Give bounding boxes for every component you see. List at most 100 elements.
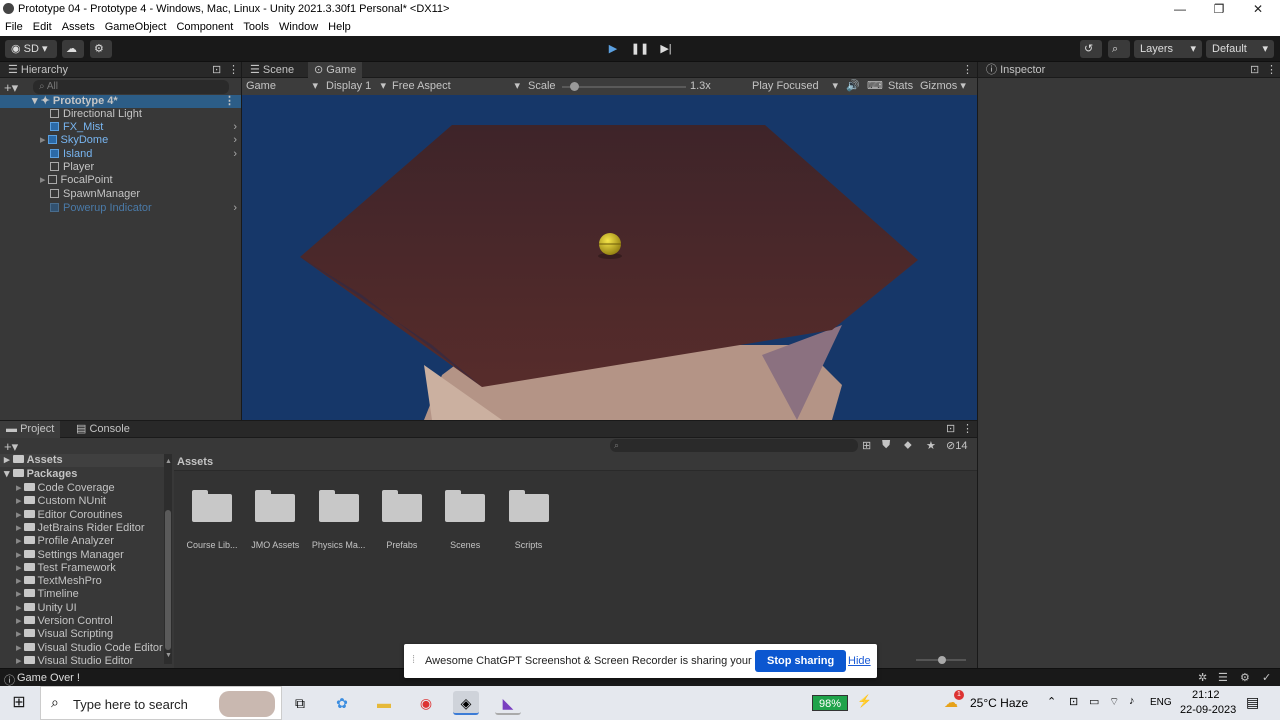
drag-handle-icon[interactable]: ⁞ [412, 654, 415, 666]
status-message[interactable]: Game Over ! [17, 672, 80, 684]
hierarchy-item[interactable]: SpawnManager [0, 188, 241, 201]
more-icon[interactable]: ⋮ [1266, 63, 1277, 76]
taskbar-search-input[interactable]: ⌕ Type here to search [40, 686, 282, 720]
hierarchy-item[interactable]: Directional Light [0, 108, 241, 121]
stop-sharing-button[interactable]: Stop sharing [755, 650, 847, 672]
battery-indicator[interactable]: 98% [812, 695, 848, 711]
menu-edit[interactable]: Edit [28, 19, 57, 33]
folder-icon[interactable] [255, 490, 296, 522]
tree-item-package[interactable]: ▸ Version Control [0, 615, 165, 628]
task-view-icon[interactable]: ⧉ [287, 691, 313, 715]
hierarchy-item[interactable]: Player [0, 161, 241, 174]
more-icon[interactable]: ⋮ [228, 63, 239, 76]
tree-item-package[interactable]: ▸ Visual Scripting [0, 628, 165, 641]
menu-tools[interactable]: Tools [238, 19, 274, 33]
visual-studio-icon[interactable]: ◣ [495, 691, 521, 715]
tree-item-package[interactable]: ▸ Code Coverage [0, 482, 165, 495]
hierarchy-item[interactable]: ▸ SkyDome › [0, 134, 241, 147]
folder-label[interactable]: Prefabs [367, 540, 437, 550]
unity-icon[interactable]: ◈ [453, 691, 479, 715]
tree-scrollbar[interactable]: ▲ ▼ [164, 454, 172, 664]
maximize-button[interactable]: ❐ [1199, 0, 1239, 19]
expand-icon[interactable]: ▸ [16, 482, 22, 494]
collab-icon[interactable]: ⚙ [90, 40, 112, 58]
folder-icon[interactable] [192, 490, 232, 522]
scroll-up-icon[interactable]: ▲ [165, 458, 172, 466]
hierarchy-item[interactable]: Powerup Indicator › [0, 202, 241, 215]
mute-audio-icon[interactable]: 🔊 [846, 78, 860, 95]
expand-icon[interactable]: ▸ [16, 588, 22, 600]
wifi-icon[interactable]: ⌔ [1109, 695, 1119, 709]
chevron-right-icon[interactable]: › [233, 148, 237, 161]
check-icon[interactable]: ✓ [1262, 671, 1271, 684]
layout-dropdown[interactable]: Default ▾ [1206, 40, 1274, 58]
aspect-dropdown[interactable]: Free Aspect ▾ [392, 78, 520, 95]
scene-row[interactable]: ▾ ✦ Prototype 4* ⋮ [0, 95, 241, 108]
expand-icon[interactable]: ▸ [16, 602, 22, 614]
tree-item-package[interactable]: ▸ JetBrains Rider Editor [0, 522, 165, 535]
layers-dropdown[interactable]: Layers ▾ [1134, 40, 1202, 58]
expand-icon[interactable]: ▸ [16, 562, 22, 574]
chevron-right-icon[interactable]: › [233, 121, 237, 134]
tree-item-package[interactable]: ▸ Custom NUnit [0, 495, 165, 508]
folder-label[interactable]: Scenes [430, 540, 500, 550]
expand-icon[interactable]: ▸ [16, 509, 22, 521]
menu-window[interactable]: Window [274, 19, 323, 33]
language-indicator[interactable]: ENG [1150, 697, 1172, 708]
pause-button[interactable]: ❚❚ [629, 41, 651, 57]
tab-game[interactable]: ⊙ Game [308, 62, 363, 79]
weather-text[interactable]: 25°C Haze [970, 696, 1028, 710]
hierarchy-item[interactable]: Island › [0, 148, 241, 161]
tree-item-package[interactable]: ▸ Visual Studio Editor [0, 655, 165, 668]
battery-icon[interactable]: ▭ [1089, 695, 1099, 708]
more-icon[interactable]: ⋮ [962, 63, 973, 76]
tree-item-package[interactable]: ▸ Settings Manager [0, 549, 165, 562]
app-icon[interactable]: ✿ [329, 691, 355, 715]
menu-help[interactable]: Help [323, 19, 356, 33]
expand-icon[interactable]: ▸ [16, 575, 22, 587]
search-icon[interactable]: ⌕ [1108, 40, 1130, 58]
tab-hierarchy[interactable]: ☰ Hierarchy [2, 62, 74, 79]
folder-icon[interactable] [318, 490, 359, 522]
project-search-input[interactable]: ⌕ [610, 439, 858, 452]
auto-generate-icon[interactable]: ⚙ [1240, 671, 1250, 684]
tree-item-package[interactable]: ▸ Test Framework [0, 562, 165, 575]
tab-console[interactable]: ▤ Console [70, 421, 136, 438]
hierarchy-search-input[interactable]: ⌕ All [33, 80, 229, 94]
folder-icon[interactable] [445, 490, 486, 522]
file-explorer-icon[interactable]: ▬ [371, 691, 397, 715]
debug-icon[interactable]: ✲ [1198, 671, 1207, 684]
account-dropdown[interactable]: ◉ SD ▾ [5, 40, 57, 58]
menu-file[interactable]: File [0, 19, 28, 33]
folder-icon[interactable] [381, 490, 422, 522]
windows-start-icon[interactable]: ⊞ [6, 691, 32, 715]
folder-icon[interactable] [508, 490, 549, 522]
tree-item-package[interactable]: ▸ Profile Analyzer [0, 535, 165, 548]
scene-menu-icon[interactable]: ⋮ [224, 95, 235, 108]
notifications-icon[interactable]: ▤ [1246, 694, 1259, 711]
expand-icon[interactable]: ▸ [16, 655, 22, 667]
tree-item-package[interactable]: ▸ Unity UI [0, 602, 165, 615]
hierarchy-item[interactable]: ▸ FocalPoint [0, 174, 241, 187]
gizmos-dropdown[interactable]: Gizmos ▾ [920, 78, 966, 95]
scroll-thumb[interactable] [165, 510, 171, 650]
volume-icon[interactable]: ♪ [1129, 695, 1135, 707]
tree-item-package[interactable]: ▸ Timeline [0, 588, 165, 601]
tab-project[interactable]: ▬ Project [0, 421, 61, 438]
filter-type-icon[interactable]: ⊞ [862, 439, 871, 452]
lock-icon[interactable]: ⊡ [946, 422, 955, 435]
clock-date[interactable]: 22-09-2023 [1180, 704, 1236, 716]
icon-size-slider[interactable] [916, 656, 966, 664]
folder-label[interactable]: Physics Ma... [304, 540, 374, 550]
keyboard-icon[interactable]: ⌨ [867, 78, 883, 95]
expand-icon[interactable]: ▸ [16, 628, 22, 640]
tag-icon[interactable]: ⬥ [904, 439, 912, 452]
security-icon[interactable]: ⊡ [1069, 695, 1078, 708]
chevron-up-icon[interactable]: ⌃ [1047, 695, 1056, 708]
favorite-icon[interactable]: ★ [926, 439, 936, 452]
scale-slider-knob[interactable] [569, 82, 579, 91]
expand-icon[interactable]: ▸ [40, 174, 46, 186]
tab-scene[interactable]: ☰ Scene [244, 62, 300, 79]
expand-icon[interactable]: ▸ [16, 495, 22, 507]
stats-button[interactable]: Stats [888, 78, 913, 95]
